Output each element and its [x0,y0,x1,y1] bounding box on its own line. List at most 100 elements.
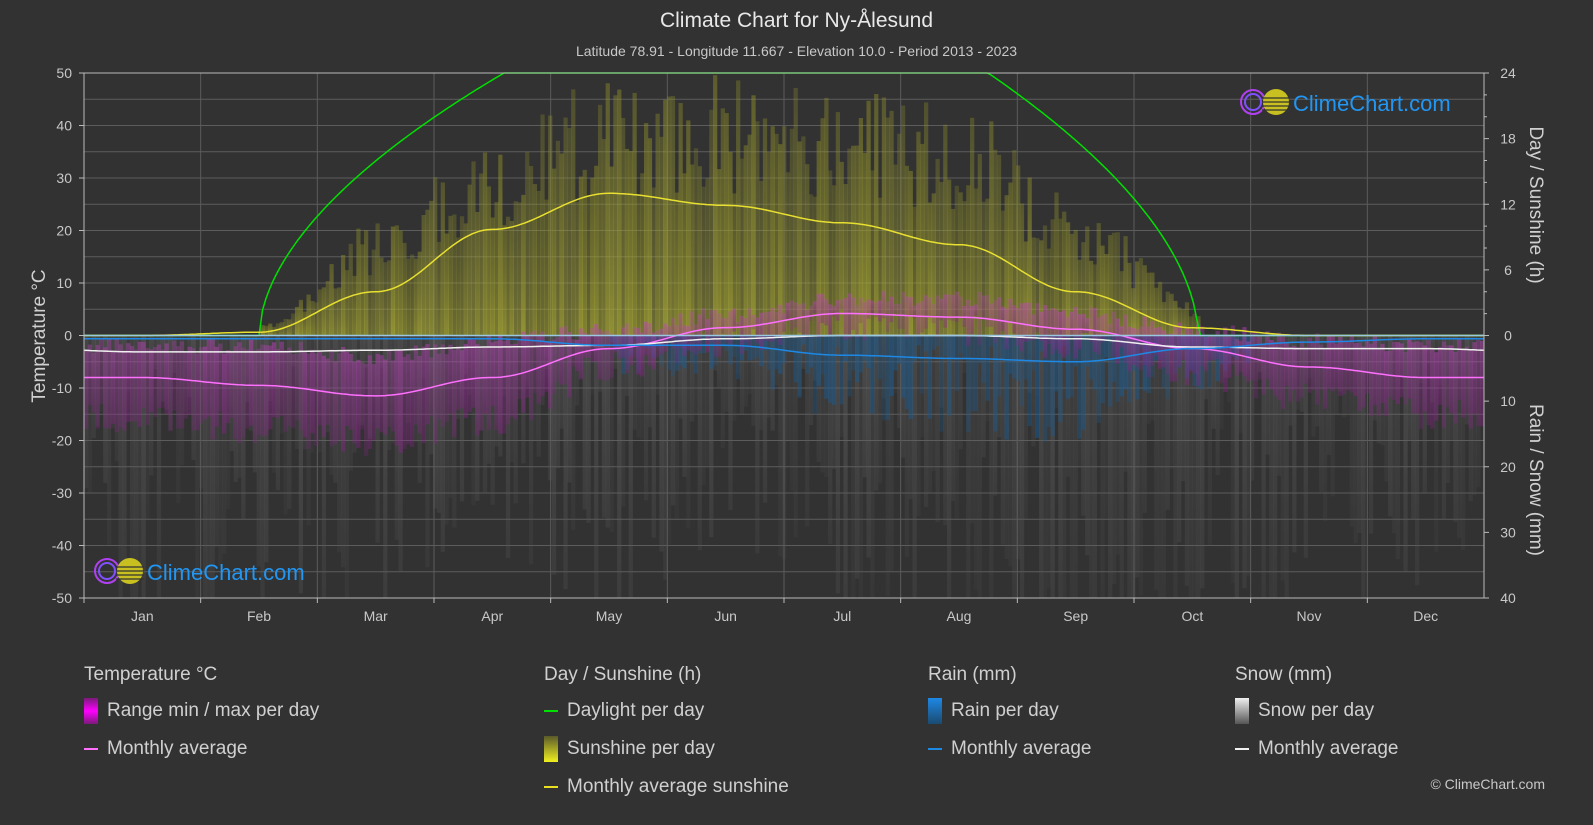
temp-range-bar [87,344,93,406]
logo-top-right[interactable]: ClimeChart.com [1240,89,1451,116]
temp-avg-line-icon [84,748,98,750]
rain-bar [701,335,706,354]
logo-bottom-left[interactable]: ClimeChart.com [94,558,305,585]
legend-item-snow-avg: Monthly average [1235,736,1398,762]
temp-range-bar [168,353,173,432]
snow-bar [1131,335,1136,598]
temp-range-bar [548,342,553,409]
snow-bar [644,335,649,501]
temp-range-bar [981,295,986,320]
y-tick-label-right-sunshine: 0 [1504,328,1512,344]
temp-range-bar [1157,327,1163,369]
temp-range-bar [99,338,104,405]
sunshine-bar [406,258,411,336]
rain-bar [973,335,979,412]
sunshine-bar [321,287,327,336]
rain-bar [966,335,971,432]
temp-range-bar [774,312,779,336]
temp-range-bar [456,346,461,411]
sunshine-bar [421,215,426,336]
sunshine-bar [425,209,430,336]
temp-range-bar [1476,339,1481,427]
sunshine-bar [490,217,495,336]
temp-range-bar [1357,342,1362,412]
temp-range-bar [736,322,741,327]
legend-label: Sunshine per day [567,738,715,759]
temp-range-bar [831,306,837,317]
sunshine-bar [590,177,595,336]
snow-bar [659,335,664,552]
temp-range-bar [417,355,422,434]
x-tick-label: Sep [1063,608,1088,624]
temp-range-bar [137,341,142,427]
temp-range-bar [640,332,645,377]
temp-range-bar [1434,352,1439,421]
temp-range-bar [367,355,373,449]
temp-range-bar [145,348,150,426]
temp-range-bar [528,332,534,421]
temp-range-bar [1050,308,1055,355]
rain-bar [805,335,810,374]
rain-bar [885,335,890,420]
temp-range-bar [1449,345,1454,414]
temp-range-bar [801,303,806,339]
temp-range-bar [156,344,162,409]
sunshine-bar [693,148,699,336]
temp-range-bar [1273,342,1278,396]
temp-range-bar [344,351,350,427]
temp-range-bar [1069,311,1074,337]
sunshine-bar [555,140,561,336]
sunshine-bar [563,117,568,336]
snow-bar [1154,335,1159,590]
legend-label: Monthly average [107,738,248,759]
sunshine-bar [597,104,603,336]
temp-range-bar [644,321,649,356]
temp-range-bar [720,317,725,334]
temp-range-bar [1460,349,1466,418]
legend-title: Day / Sunshine (h) [544,664,702,685]
sunshine-bar [544,199,549,336]
legend-label: Range min / max per day [107,700,320,721]
snow-avg-line-icon [1235,748,1249,750]
temp-range-bar [356,359,361,448]
sunshine-bar [686,120,691,336]
sunshine-bar [1180,309,1186,336]
rain-bar [1046,335,1051,428]
rain-swatch-icon [928,698,942,724]
sunshine-bar [433,177,438,336]
rain-bar [858,335,864,373]
snow-bar [858,335,864,598]
rain-bar [1035,335,1040,438]
temp-range-bar [448,344,453,414]
temp-range-bar [601,331,607,381]
snow-bar [1062,335,1067,598]
temp-range-bar [179,341,185,429]
snow-bar [1188,335,1193,598]
sunshine-bar [440,182,445,336]
sunshine-bar [613,95,618,336]
rain-bar [908,335,913,419]
sunshine-bar [417,251,422,336]
sunshine-bar [302,311,307,336]
temp-range-bar [279,341,284,416]
temp-range-bar [248,339,254,426]
rain-bar [1004,335,1009,440]
sunshine-bar [413,258,419,336]
temp-range-bar [651,332,656,370]
temp-range-bar [835,300,841,321]
y-tick-label-left: 50 [56,65,72,81]
snow-bar [916,335,921,516]
temp-range-bar [486,335,491,430]
x-tick-label: Oct [1181,608,1203,624]
rain-bar [870,335,875,414]
temp-range-bar [482,346,488,414]
temp-range-bar [620,327,626,358]
rain-bar [1000,335,1005,360]
temp-range-bar [1230,325,1236,365]
temp-range-bar [958,296,963,317]
legend-title: Rain (mm) [928,664,1017,685]
temp-range-bar [885,301,890,332]
sunshine-bar [663,99,668,336]
temp-range-bar [1177,322,1182,367]
sunshine-bar [551,168,557,336]
